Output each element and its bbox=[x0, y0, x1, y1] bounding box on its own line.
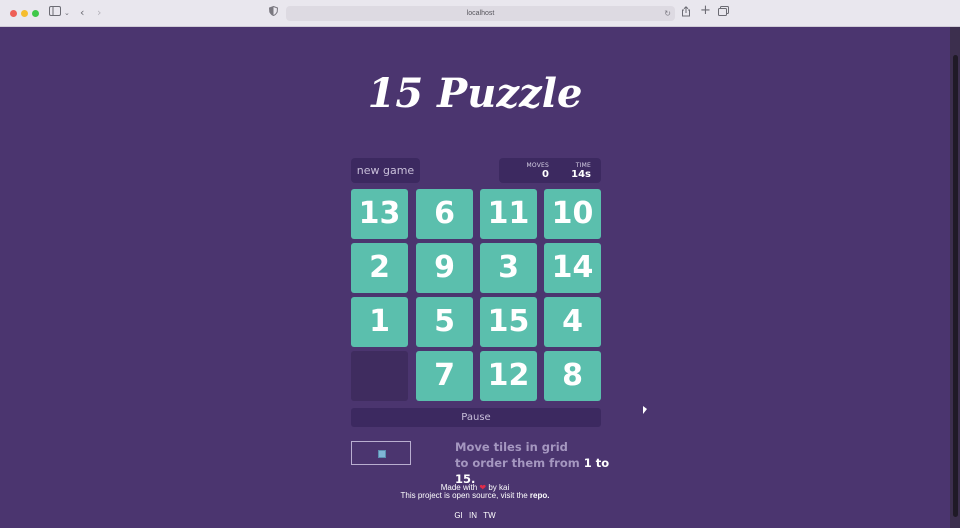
instructions: Move tiles in grid to order them from 1 … bbox=[455, 439, 615, 487]
empty-slot bbox=[351, 351, 408, 401]
new-game-button[interactable]: new game bbox=[351, 158, 420, 183]
puzzle-tile[interactable]: 6 bbox=[416, 189, 473, 239]
time-value: 14s bbox=[571, 169, 591, 180]
puzzle-tile[interactable]: 2 bbox=[351, 243, 408, 293]
moves-value: 0 bbox=[542, 169, 549, 180]
puzzle-tile[interactable]: 4 bbox=[544, 297, 601, 347]
puzzle-tile[interactable]: 11 bbox=[480, 189, 537, 239]
solution-preview bbox=[351, 441, 411, 465]
linkedin-link[interactable]: IN bbox=[469, 511, 477, 520]
time-counter: TIME 14s bbox=[571, 162, 591, 181]
url-text: localhost bbox=[466, 10, 495, 17]
share-icon[interactable] bbox=[681, 6, 691, 21]
address-bar[interactable]: localhost ↻ bbox=[286, 6, 675, 21]
mouse-cursor-icon bbox=[643, 406, 647, 414]
puzzle-tile[interactable]: 12 bbox=[480, 351, 537, 401]
github-link[interactable]: GI bbox=[454, 511, 462, 520]
moves-label: MOVES bbox=[526, 162, 549, 169]
repo-link[interactable]: repo. bbox=[530, 491, 550, 500]
moves-counter: MOVES 0 bbox=[527, 162, 550, 181]
pause-button[interactable]: Pause bbox=[351, 408, 601, 427]
puzzle-tile[interactable]: 15 bbox=[480, 297, 537, 347]
minimize-window-button[interactable] bbox=[21, 10, 28, 17]
reload-icon[interactable]: ↻ bbox=[664, 6, 671, 21]
sidebar-icon[interactable] bbox=[49, 6, 61, 20]
puzzle-tile[interactable]: 5 bbox=[416, 297, 473, 347]
puzzle-tile[interactable]: 9 bbox=[416, 243, 473, 293]
puzzle-tile[interactable]: 1 bbox=[351, 297, 408, 347]
puzzle-tile[interactable]: 14 bbox=[544, 243, 601, 293]
stats-panel: MOVES 0 TIME 14s bbox=[499, 158, 601, 183]
open-source-text: This project is open source, visit the bbox=[400, 491, 528, 500]
social-links: GI IN TW bbox=[0, 511, 950, 520]
page-scrollbar[interactable] bbox=[950, 27, 960, 528]
footer-open-source: This project is open source, visit the r… bbox=[0, 491, 950, 500]
tabs-overview-icon[interactable] bbox=[718, 6, 729, 20]
chevron-down-icon[interactable]: ⌄ bbox=[64, 6, 70, 20]
time-label: TIME bbox=[575, 162, 591, 169]
preview-thumbnail-icon bbox=[378, 450, 386, 458]
back-icon[interactable]: ‹ bbox=[80, 6, 84, 20]
browser-toolbar: ⌄ ‹ › localhost ↻ + bbox=[0, 0, 960, 27]
puzzle-tile[interactable]: 13 bbox=[351, 189, 408, 239]
puzzle-tile[interactable]: 8 bbox=[544, 351, 601, 401]
forward-icon[interactable]: › bbox=[97, 6, 101, 20]
twitter-link[interactable]: TW bbox=[483, 511, 495, 520]
page-title: 15 Puzzle bbox=[367, 70, 583, 117]
zoom-window-button[interactable] bbox=[32, 10, 39, 17]
puzzle-tile[interactable]: 10 bbox=[544, 189, 601, 239]
puzzle-tile[interactable]: 3 bbox=[480, 243, 537, 293]
shield-icon bbox=[268, 5, 279, 20]
instruction-line-2: to order them from bbox=[455, 456, 584, 470]
instruction-line-1: Move tiles in grid bbox=[455, 440, 568, 454]
scrollbar-thumb[interactable] bbox=[953, 55, 958, 517]
close-window-button[interactable] bbox=[10, 10, 17, 17]
plus-icon[interactable]: + bbox=[700, 4, 711, 18]
puzzle-tile[interactable]: 7 bbox=[416, 351, 473, 401]
